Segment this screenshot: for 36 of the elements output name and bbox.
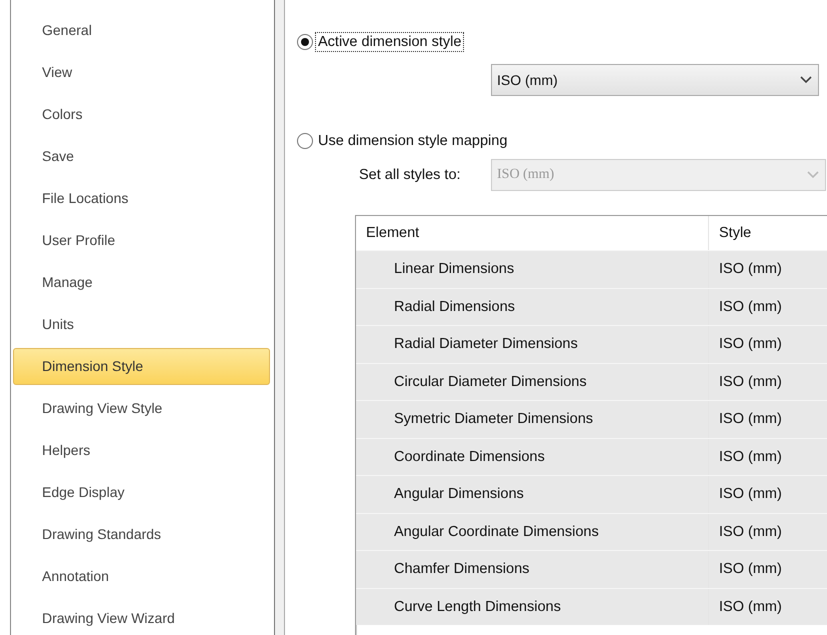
sidebar-item[interactable]: Manage [13, 264, 270, 301]
column-header[interactable]: Element [356, 216, 708, 250]
radio-button[interactable] [297, 133, 313, 149]
table-cell: ISO (mm) [708, 588, 827, 625]
table-cell-text: Angular Coordinate Dimensions [393, 522, 600, 542]
table-cell-text: Chamfer Dimensions [393, 560, 530, 580]
sidebar-item[interactable]: Dimension Style [13, 348, 270, 385]
sidebar-item[interactable]: Annotation [13, 558, 270, 595]
radio-label[interactable]: Active dimension style [315, 32, 464, 52]
sidebar-item[interactable]: User Profile [13, 222, 270, 259]
style-dropdown[interactable]: ISO (mm) [491, 64, 819, 96]
radio-label[interactable]: Use dimension style mapping [315, 131, 510, 151]
chevron-down-icon [800, 76, 812, 84]
chevron-down-icon [807, 171, 819, 179]
table-cell-text: Circular Diameter Dimensions [393, 372, 588, 392]
sidebar-item[interactable]: Helpers [13, 432, 270, 469]
table-cell-text: Angular Dimensions [393, 485, 525, 504]
sidebar-item[interactable]: Colors [13, 96, 270, 133]
table-cell-text: Coordinate Dimensions [393, 448, 546, 467]
table-cell-text: Radial Dimensions [393, 298, 516, 317]
set-all-label: Set all styles to: [359, 167, 462, 183]
table-cell-text: Curve Length Dimensions [393, 598, 562, 617]
sidebar-item[interactable]: General [13, 12, 270, 49]
sidebar-item[interactable]: File Locations [13, 180, 270, 217]
table-cell-text: Linear Dimensions [393, 260, 516, 280]
sidebar-item[interactable]: Edge Display [13, 474, 270, 511]
radio-button[interactable] [297, 34, 313, 50]
sidebar-item[interactable]: Drawing View Style [13, 390, 270, 427]
table-cell-text: Radial Diameter Dimensions [393, 335, 579, 354]
splitter-bar[interactable] [274, 0, 285, 635]
sidebar-item[interactable]: View [13, 54, 270, 91]
table-cell-text: Symetric Diameter Dimensions [393, 410, 594, 430]
sidebar-item[interactable]: Drawing View Wizard [13, 600, 270, 635]
sidebar-item[interactable]: Save [13, 138, 270, 175]
sidebar-item[interactable]: Drawing Standards [13, 516, 270, 553]
sidebar-item[interactable]: Units [13, 306, 270, 343]
